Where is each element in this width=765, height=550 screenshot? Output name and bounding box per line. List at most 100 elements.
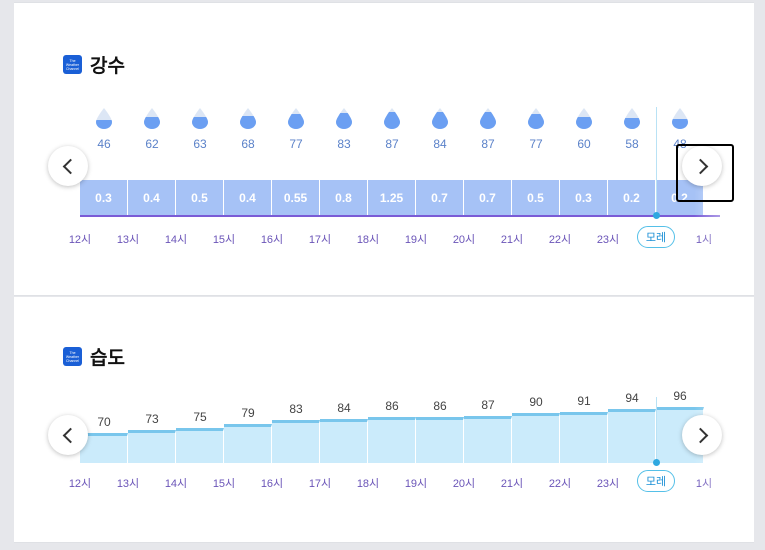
hour-label: 20시: [452, 478, 476, 490]
precip-next-button[interactable]: [676, 144, 734, 202]
precip-amount-bar: 0.4: [224, 180, 272, 216]
hour-label: 16시: [260, 234, 284, 246]
chevron-left-icon: [62, 158, 78, 174]
precip-amount-bar: 0.2: [608, 180, 656, 216]
raindrop-icon: [527, 107, 545, 129]
humidity-value: 83: [289, 402, 303, 416]
current-time-line: [656, 107, 657, 217]
precip-amount-bar: 1.25: [368, 180, 416, 216]
current-time-line: [656, 397, 657, 463]
humidity-value: 73: [145, 412, 159, 426]
hour-label: 1시: [695, 478, 713, 490]
raindrop-icon: [95, 107, 113, 129]
hour-label: 15시: [212, 478, 236, 490]
precip-probability: 60: [577, 137, 591, 151]
day-after-tomorrow-label: 모레: [637, 470, 675, 492]
hour-label: 19시: [404, 478, 428, 490]
hour-label: 15시: [212, 234, 236, 246]
precip-probability: 84: [433, 137, 447, 151]
humidity-bar: [416, 417, 464, 463]
humidity-value: 94: [625, 391, 639, 405]
precip-probability: 68: [241, 137, 255, 151]
humidity-value: 96: [673, 389, 687, 403]
precip-probability: 87: [481, 137, 495, 151]
hour-label: 13시: [116, 478, 140, 490]
precip-probability: 83: [337, 137, 351, 151]
chevron-right-icon: [692, 158, 708, 174]
humidity-value: 90: [529, 395, 543, 409]
hour-label: 23시: [596, 478, 620, 490]
raindrop-icon: [623, 107, 641, 129]
precip-amount-bar: 0.8: [320, 180, 368, 216]
precip-probability: 62: [145, 137, 159, 151]
precip-amount-bar: 0.55: [272, 180, 320, 216]
raindrop-icon: [575, 107, 593, 129]
hour-label: 20시: [452, 234, 476, 246]
hour-label: 1시: [695, 234, 713, 246]
precip-probability: 63: [193, 137, 207, 151]
hour-label: 16시: [260, 478, 284, 490]
humidity-value: 84: [337, 401, 351, 415]
humidity-chart[interactable]: 70 73 75 79 83 84 86 86 87 90 91 94 96 12시 13시 14시 15시 16…: [14, 297, 754, 543]
hour-label: 23시: [596, 234, 620, 246]
raindrop-icon: [191, 107, 209, 129]
humidity-bar: [128, 430, 176, 463]
precip-prev-button[interactable]: [48, 146, 88, 186]
chevron-right-icon: [692, 427, 708, 443]
humidity-next-button[interactable]: [682, 415, 722, 455]
precip-probability: 77: [529, 137, 543, 151]
hour-label: 14시: [164, 234, 188, 246]
raindrop-icon: [671, 107, 689, 129]
hour-label: 18시: [356, 234, 380, 246]
current-time-dot: [653, 459, 660, 466]
day-after-tomorrow-label: 모레: [637, 226, 675, 248]
humidity-bar: [608, 409, 656, 463]
humidity-value: 86: [385, 399, 399, 413]
raindrop-icon: [239, 107, 257, 129]
humidity-value: 70: [97, 415, 111, 429]
raindrop-icon: [287, 107, 305, 129]
humidity-prev-button[interactable]: [48, 415, 88, 455]
precip-amount-bar: 0.5: [176, 180, 224, 216]
humidity-bar: [464, 416, 512, 463]
precip-probability: 46: [97, 137, 111, 151]
humidity-card: The Weather Channel 습도 70 73 75 79 83 84 86 86 8…: [14, 297, 754, 543]
raindrop-icon: [383, 107, 401, 129]
precip-amount-bar: 0.7: [464, 180, 512, 216]
humidity-bar: [560, 412, 608, 463]
humidity-bar: [368, 417, 416, 463]
precip-probability: 77: [289, 137, 303, 151]
raindrop-icon: [431, 107, 449, 129]
hour-label: 17시: [308, 234, 332, 246]
humidity-value: 91: [577, 394, 591, 408]
current-time-dot: [653, 212, 660, 219]
humidity-bar: [272, 420, 320, 463]
precip-amount-bar: 0.4: [128, 180, 176, 216]
precip-amount-bar: 0.3: [560, 180, 608, 216]
humidity-bar: [176, 428, 224, 463]
raindrop-icon: [335, 107, 353, 129]
humidity-bar: [224, 424, 272, 463]
precip-baseline: [80, 215, 720, 217]
hour-label: 22시: [548, 478, 572, 490]
precip-amount-bar: 0.3: [80, 180, 128, 216]
hour-label: 13시: [116, 234, 140, 246]
raindrop-icon: [143, 107, 161, 129]
precip-amount-bar: 0.7: [416, 180, 464, 216]
humidity-bar: [512, 413, 560, 463]
chevron-left-icon: [62, 427, 78, 443]
hour-label: 22시: [548, 234, 572, 246]
humidity-value: 86: [433, 399, 447, 413]
precip-probability: 87: [385, 137, 399, 151]
precipitation-chart[interactable]: 466263687783878487776058480.30.40.50.40.…: [14, 3, 754, 297]
raindrop-icon: [479, 107, 497, 129]
precipitation-card: The Weather Channel 강수 46 62 63 68 77 83 87 84 8…: [14, 2, 754, 296]
precip-amount-bar: 0.5: [512, 180, 560, 216]
hour-label: 14시: [164, 478, 188, 490]
hour-label: 21시: [500, 234, 524, 246]
hour-label: 21시: [500, 478, 524, 490]
humidity-bar: [320, 419, 368, 463]
humidity-value: 87: [481, 398, 495, 412]
hour-label: 12시: [68, 234, 92, 246]
precip-probability: 58: [625, 137, 639, 151]
